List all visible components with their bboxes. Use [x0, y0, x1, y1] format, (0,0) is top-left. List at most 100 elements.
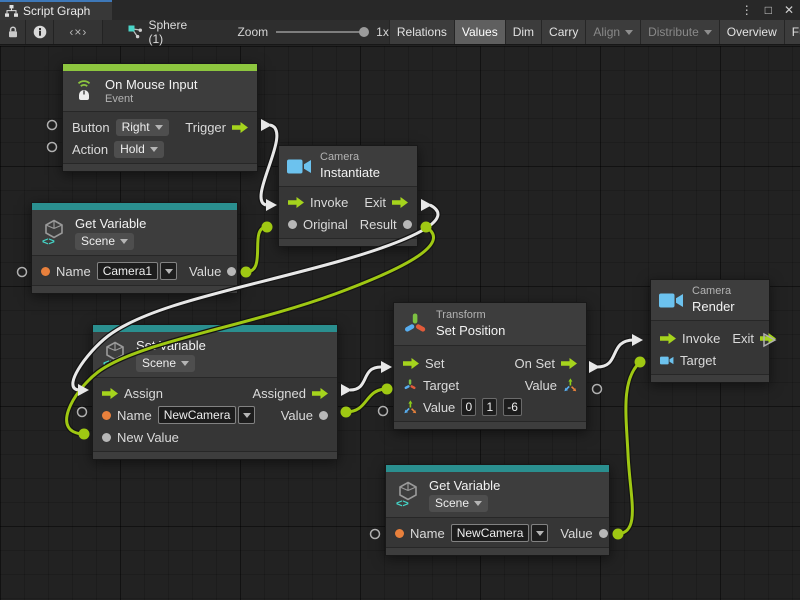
unconnected-port-circle[interactable]	[78, 408, 87, 417]
carry-button[interactable]: Carry	[541, 20, 585, 44]
variable-kind-dropdown[interactable]: Scene	[136, 355, 195, 372]
flow-port-triangle[interactable]	[266, 199, 277, 211]
value-port-dot-connected[interactable]	[79, 429, 90, 440]
distribute-dropdown[interactable]: Distribute	[640, 20, 719, 44]
node-header: On Mouse Input Event	[63, 71, 257, 112]
wire-camera1-to-original[interactable]	[246, 227, 267, 272]
zoom-slider[interactable]	[276, 31, 368, 33]
code-preview-button[interactable]: ‹×›	[54, 20, 103, 44]
unconnected-port-circle[interactable]	[379, 407, 388, 416]
value-port-dot[interactable]	[319, 411, 328, 420]
vector3-port-icon[interactable]	[403, 400, 417, 414]
flow-port-triangle[interactable]	[421, 199, 432, 211]
flow-arrow-icon[interactable]	[392, 197, 408, 208]
node-get-variable-camera1[interactable]: <> Get Variable Scene Name Camera1 Value	[31, 202, 238, 294]
x-value-field[interactable]: 0	[461, 398, 476, 416]
flow-port-triangle[interactable]	[589, 361, 600, 373]
wire-newcamera-to-target[interactable]	[618, 362, 640, 534]
graph-canvas[interactable]: On Mouse Input Event Button Right Trigge…	[0, 46, 800, 600]
value-port-dot-connected[interactable]	[262, 222, 273, 233]
variable-name-combo[interactable]: NewCamera	[158, 406, 256, 424]
window-close-icon[interactable]: ✕	[784, 3, 794, 17]
value-port-dot[interactable]	[227, 267, 236, 276]
relations-button[interactable]: Relations	[389, 20, 454, 44]
flow-arrow-icon[interactable]	[232, 122, 248, 133]
flow-arrow-icon[interactable]	[288, 197, 304, 208]
value-port-dot-connected[interactable]	[382, 384, 393, 395]
flow-port-triangle[interactable]	[78, 384, 89, 396]
node-camera-render[interactable]: Camera Render Invoke Exit Target	[650, 279, 770, 383]
tab-script-graph[interactable]: Script Graph	[0, 0, 112, 20]
flow-port-triangle[interactable]	[261, 119, 272, 131]
name-port-dot[interactable]	[395, 529, 404, 538]
z-value-field[interactable]: -6	[503, 398, 522, 416]
unconnected-port-circle[interactable]	[48, 121, 57, 130]
code-preview-icon: ‹×›	[69, 25, 87, 39]
name-port-dot[interactable]	[41, 267, 50, 276]
flow-port-triangle[interactable]	[381, 361, 392, 373]
camera-port-icon[interactable]	[660, 355, 674, 366]
align-dropdown[interactable]: Align	[585, 20, 640, 44]
overview-button[interactable]: Overview	[719, 20, 784, 44]
value-port-dot-connected[interactable]	[241, 267, 252, 278]
transform-port-icon[interactable]	[403, 378, 417, 392]
chevron-down-icon	[474, 501, 482, 506]
flow-arrow-icon[interactable]	[561, 358, 577, 369]
node-footer	[394, 421, 586, 429]
node-get-variable-newcamera[interactable]: <> Get Variable Scene Name NewCamera Val…	[385, 464, 610, 556]
variable-kind-dropdown[interactable]: Scene	[75, 233, 134, 250]
y-value-field[interactable]: 1	[482, 398, 497, 416]
node-set-variable[interactable]: <> Set Variable Scene Assign Assigned Na…	[92, 324, 338, 460]
variable-name-combo[interactable]: Camera1	[97, 262, 177, 280]
trigger-port-label: Trigger	[185, 120, 226, 135]
values-button[interactable]: Values	[454, 20, 505, 44]
chevron-down-icon	[536, 531, 544, 536]
value-port-dot-connected[interactable]	[613, 529, 624, 540]
dim-button[interactable]: Dim	[505, 20, 541, 44]
flow-arrow-icon[interactable]	[760, 333, 776, 344]
variable-color-bar	[386, 465, 609, 472]
unconnected-port-circle[interactable]	[371, 530, 380, 539]
value-port-dot[interactable]	[288, 220, 297, 229]
node-header: Transform Set Position	[394, 303, 586, 346]
wire-trigger-to-invoke[interactable]	[261, 125, 277, 205]
flow-arrow-icon[interactable]	[312, 388, 328, 399]
flow-arrow-icon[interactable]	[102, 388, 118, 399]
zoom-slider-knob[interactable]	[359, 27, 369, 37]
lock-button[interactable]	[0, 20, 26, 44]
wire-onset-to-invoke[interactable]	[597, 340, 634, 367]
wire-value-to-target[interactable]	[346, 389, 387, 412]
combo-arrow-button[interactable]	[531, 524, 548, 542]
unconnected-port-circle[interactable]	[18, 268, 27, 277]
port-row-name-value: Name NewCamera Value	[93, 404, 337, 426]
flow-arrow-icon[interactable]	[660, 333, 676, 344]
name-port-dot[interactable]	[102, 411, 111, 420]
unconnected-port-circle[interactable]	[48, 143, 57, 152]
flow-arrow-icon[interactable]	[403, 358, 419, 369]
flow-port-triangle[interactable]	[341, 384, 352, 396]
unconnected-port-circle[interactable]	[593, 385, 602, 394]
action-dropdown[interactable]: Hold	[114, 141, 164, 158]
value-port-dot[interactable]	[599, 529, 608, 538]
variable-name-combo[interactable]: NewCamera	[451, 524, 549, 542]
fullscreen-button[interactable]: Full Screen	[784, 20, 800, 44]
info-button[interactable]	[26, 20, 54, 44]
combo-arrow-button[interactable]	[238, 406, 255, 424]
vector3-port-icon[interactable]	[563, 378, 577, 392]
button-dropdown[interactable]: Right	[116, 119, 169, 136]
combo-arrow-button[interactable]	[160, 262, 177, 280]
value-port-dot[interactable]	[403, 220, 412, 229]
node-on-mouse-input[interactable]: On Mouse Input Event Button Right Trigge…	[62, 63, 258, 172]
node-set-position[interactable]: Transform Set Position Set On Set Target…	[393, 302, 587, 430]
value-port-dot-connected[interactable]	[341, 407, 352, 418]
value-port-dot-connected[interactable]	[421, 222, 432, 233]
wire-assigned-to-set[interactable]	[350, 367, 381, 390]
variable-kind-dropdown[interactable]: Scene	[429, 495, 488, 512]
window-menu-icon[interactable]: ⋮	[741, 3, 753, 17]
new-value-port-dot[interactable]	[102, 433, 111, 442]
node-camera-instantiate[interactable]: Camera Instantiate Invoke Exit Original …	[278, 145, 418, 247]
value-port-dot-connected[interactable]	[635, 357, 646, 368]
breadcrumb[interactable]: Sphere (1)	[128, 20, 195, 44]
window-maximize-icon[interactable]: □	[765, 3, 772, 17]
flow-port-triangle[interactable]	[632, 334, 643, 346]
